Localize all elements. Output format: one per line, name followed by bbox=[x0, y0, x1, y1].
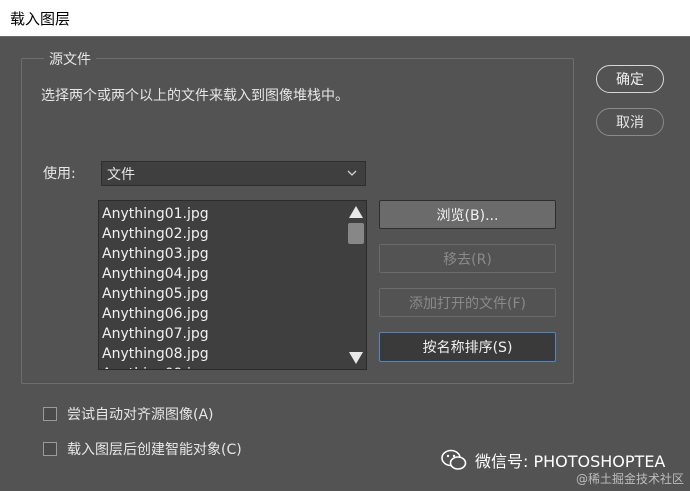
file-list-item[interactable]: Anything02.jpg bbox=[102, 224, 209, 244]
smart-object-checkbox[interactable] bbox=[43, 442, 57, 456]
sort-by-name-button[interactable]: 按名称排序(S) bbox=[379, 332, 556, 362]
browse-button[interactable]: 浏览(B)... bbox=[379, 200, 556, 229]
auto-align-label: 尝试自动对齐源图像(A) bbox=[67, 407, 214, 423]
scroll-down-arrow-icon[interactable] bbox=[348, 351, 364, 365]
watermark: 微信号: PHOTOSHOPTEA bbox=[441, 448, 665, 472]
scrollbar-thumb[interactable] bbox=[348, 223, 364, 244]
dialog-title: 载入图层 bbox=[10, 10, 71, 28]
watermark-sub: @稀土掘金技术社区 bbox=[575, 472, 684, 486]
use-label: 使用: bbox=[43, 166, 76, 182]
chevron-down-icon bbox=[347, 170, 357, 176]
scroll-up-arrow-icon[interactable] bbox=[348, 205, 364, 219]
smart-object-label: 载入图层后创建智能对象(C) bbox=[67, 442, 242, 458]
source-files-group: 源文件 选择两个或两个以上的文件来载入到图像堆栈中。 使用: 文件 Anythi… bbox=[21, 49, 574, 384]
dialog-title-bar: 载入图层 bbox=[0, 0, 690, 37]
file-list-item[interactable]: Anything05.jpg bbox=[102, 284, 209, 304]
cancel-button[interactable]: 取消 bbox=[596, 108, 664, 136]
use-dropdown-value: 文件 bbox=[107, 166, 135, 183]
ok-button[interactable]: 确定 bbox=[596, 65, 664, 93]
file-list-item[interactable]: Anything08.jpg bbox=[102, 344, 209, 364]
instruction-text: 选择两个或两个以上的文件来载入到图像堆栈中。 bbox=[41, 88, 349, 104]
smart-object-option[interactable]: 载入图层后创建智能对象(C) bbox=[43, 439, 242, 459]
auto-align-option[interactable]: 尝试自动对齐源图像(A) bbox=[43, 404, 214, 424]
watermark-text: 微信号: PHOTOSHOPTEA bbox=[475, 452, 666, 471]
file-list-item[interactable]: Anything06.jpg bbox=[102, 304, 209, 324]
file-list-item[interactable]: Anything03.jpg bbox=[102, 244, 209, 264]
file-list-item[interactable]: Anything07.jpg bbox=[102, 324, 209, 344]
file-list-item[interactable]: Anything04.jpg bbox=[102, 264, 209, 284]
use-dropdown[interactable]: 文件 bbox=[101, 161, 366, 186]
wechat-icon bbox=[441, 449, 467, 470]
file-list-item[interactable]: Anything09.jpg bbox=[102, 364, 209, 369]
group-legend: 源文件 bbox=[44, 49, 96, 69]
file-list-scrollbar[interactable] bbox=[346, 201, 366, 369]
auto-align-checkbox[interactable] bbox=[43, 407, 57, 421]
remove-button[interactable]: 移去(R) bbox=[379, 244, 556, 273]
add-open-files-button[interactable]: 添加打开的文件(F) bbox=[379, 288, 556, 317]
file-list-item[interactable]: Anything01.jpg bbox=[102, 204, 209, 224]
file-list[interactable]: Anything01.jpg Anything02.jpg Anything03.j… bbox=[98, 200, 367, 370]
file-list-items: Anything01.jpg Anything02.jpg Anything03.j… bbox=[102, 204, 209, 369]
